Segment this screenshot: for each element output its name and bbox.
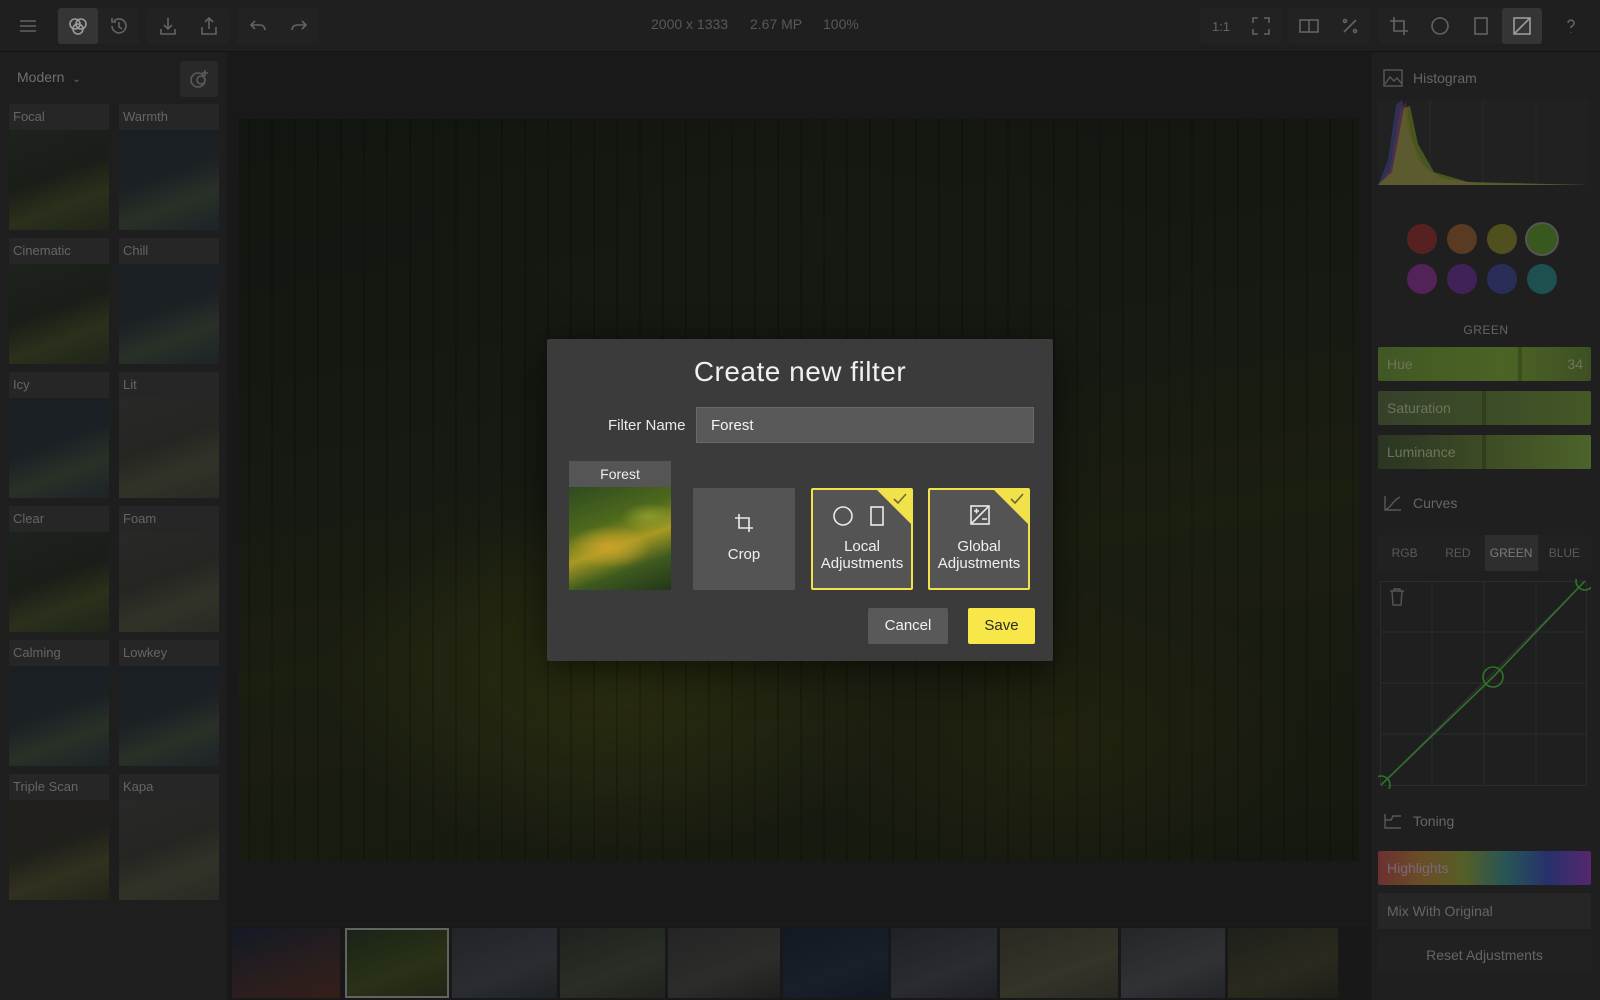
checkmark-icon (1010, 493, 1024, 505)
filter-name-label: Filter Name (608, 417, 686, 434)
global-adjustments-label-line1: Global (957, 538, 1001, 555)
create-filter-dialog: Create new filter Filter Name Forest Cro… (547, 339, 1053, 661)
filter-preview-card: Forest (569, 461, 671, 590)
save-button[interactable]: Save (968, 608, 1035, 644)
local-adjustments-label-line2: Adjustments (820, 555, 904, 572)
cancel-button[interactable]: Cancel (868, 608, 948, 644)
local-adjustments-icon (833, 506, 884, 526)
global-adjustments-option[interactable]: Global Adjustments (928, 488, 1030, 590)
filter-preview-thumbnail (569, 487, 671, 590)
dialog-title: Create new filter (693, 356, 907, 387)
filter-name-input[interactable] (696, 407, 1034, 443)
global-adjustments-icon (970, 505, 990, 525)
global-adjustments-label-line2: Adjustments (937, 555, 1021, 572)
crop-option[interactable]: Crop (693, 488, 795, 590)
local-adjustments-option[interactable]: Local Adjustments (811, 488, 913, 590)
local-adjustments-label-line1: Local (844, 538, 880, 555)
crop-option-label: Crop (727, 546, 761, 563)
filter-preview-name: Forest (569, 461, 671, 487)
crop-icon (735, 514, 753, 532)
checkmark-icon (893, 493, 907, 505)
